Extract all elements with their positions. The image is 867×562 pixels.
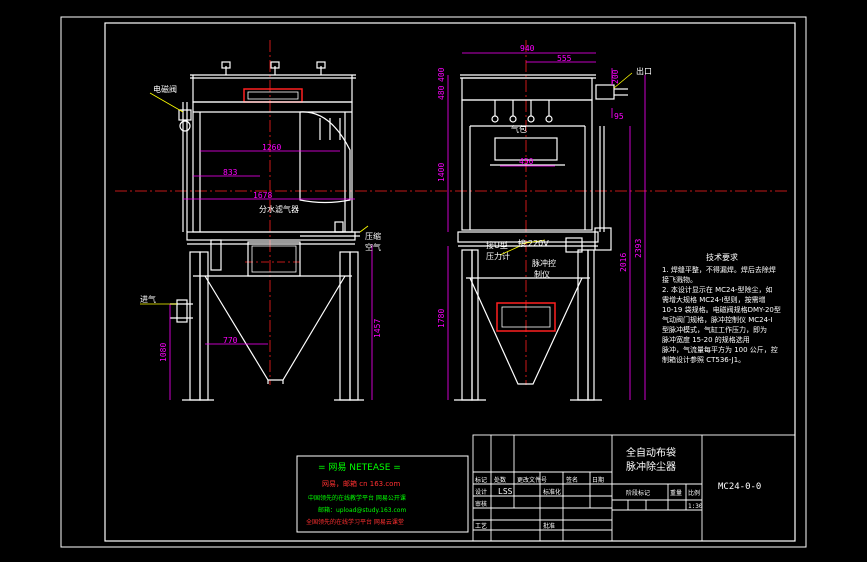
dim-1678: 1678 <box>253 191 272 200</box>
label-air-bag: 气包 <box>511 124 527 134</box>
notes-line-3: 需增大规格 MC24-I型则，按需增 <box>662 295 766 304</box>
tb-r0-c2: 更改文件号 <box>517 476 547 484</box>
scale-label: 比例 <box>688 489 700 497</box>
dim-480: 480 <box>437 85 446 100</box>
notes-title: 技术要求 <box>706 252 738 262</box>
label-connect: 接 <box>518 238 526 248</box>
stamp-line-1: 网易，邮箱 cn 163.com <box>322 479 400 488</box>
tb-r3-c0: 工艺 <box>475 522 487 530</box>
dimensions <box>169 52 646 400</box>
label-oil-water: 分水滤气器 <box>259 204 299 214</box>
label-outlet: 出口 <box>636 66 652 76</box>
label-voltage: 220V <box>528 239 549 248</box>
weight-label: 重量 <box>670 489 682 497</box>
cad-drawing: 电磁阀 进气 出口 分水滤气器 压缩 空气 气包 接U型 压力计 接 220V … <box>60 16 807 548</box>
tb-r0-c0: 标记 <box>475 476 487 484</box>
title-block-text: 全自动布袋 脉冲除尘器 MC24-0-0 标记 处数 更改文件号 签名 日期 设… <box>475 446 761 530</box>
dim-940: 940 <box>520 44 535 53</box>
front-view <box>170 61 364 401</box>
dim-1400: 1400 <box>437 163 446 182</box>
stamp-line-2: 中国领先的在线教学平台 网易公开课 <box>308 494 406 502</box>
label-pressure-gauge: 压力计 <box>486 251 510 261</box>
label-u-tube: 接U型 <box>486 240 508 250</box>
dim-2016: 2016 <box>619 253 628 272</box>
scale-value: 1:30 <box>688 503 703 510</box>
tb-r0-c1: 处数 <box>494 476 506 484</box>
stage-label: 阶段标记 <box>626 489 650 497</box>
dim-555: 555 <box>557 54 572 63</box>
notes-line-6: 型脉冲模式，气缸工作压力，即为 <box>662 325 767 334</box>
tb-r3-c2: 批准 <box>543 522 555 530</box>
dim-2393: 2393 <box>634 239 643 258</box>
label-inlet: 进气 <box>140 294 156 304</box>
dim-400: 400 <box>437 67 446 82</box>
netease-stamp: = 网易 NETEASE = 网易，邮箱 cn 163.com 中国领先的在线教… <box>296 455 469 533</box>
stamp-header: = 网易 NETEASE = <box>318 462 401 473</box>
notes-line-2: 2. 本设计显示在 MC24-型除尘，如 <box>662 285 773 294</box>
stamp-line-4: 全国领先的在线学习平台 网易云课堂 <box>306 518 404 526</box>
dim-95: 95 <box>614 112 624 121</box>
stamp-line-3: 邮箱：upload@study.163.com <box>318 506 406 514</box>
label-compressed: 压缩 <box>365 231 381 241</box>
leaders <box>140 72 633 305</box>
dim-200: 200 <box>611 69 620 84</box>
dim-1780: 1780 <box>437 309 446 328</box>
technical-notes: 技术要求 1. 焊缝平整，不得漏焊。焊后去除焊 接飞溅物。 2. 本设计显示在 … <box>662 252 781 364</box>
notes-line-1: 接飞溅物。 <box>662 275 697 284</box>
label-air: 空气 <box>365 242 381 252</box>
dim-833: 833 <box>223 168 238 177</box>
notes-line-5: 气动阀门规格，脉冲控制仪 MC24-I <box>662 315 773 324</box>
side-view <box>454 74 628 401</box>
tb-designer: LSS <box>498 487 513 496</box>
label-valve: 电磁阀 <box>153 84 177 94</box>
notes-line-8: 脉冲，气流量每平方为 100 公斤，控 <box>662 345 778 354</box>
tb-r1-c0: 设计 <box>475 488 487 496</box>
tb-r0-c4: 日期 <box>592 476 604 484</box>
tb-r1-c2: 标准化 <box>543 488 561 496</box>
dim-450: 450 <box>519 157 534 166</box>
dimension-labels: 1260 833 1678 770 1080 1457 940 555 200 … <box>159 44 643 362</box>
notes-line-7: 脉冲宽度 15-20 的规格选用 <box>662 335 750 344</box>
tb-r0-c3: 签名 <box>566 476 578 484</box>
dim-770: 770 <box>223 336 238 345</box>
notes-line-4: 10-19 袋规格。电磁阀规格DMY-20型 <box>662 305 781 314</box>
drawing-number: MC24-0-0 <box>718 482 761 492</box>
title-line-1: 全自动布袋 <box>626 446 676 459</box>
tb-r2-c0: 审核 <box>475 500 487 508</box>
label-ctrl-box: 制仪 <box>534 269 550 279</box>
title-line-2: 脉冲除尘器 <box>626 460 676 473</box>
notes-line-0: 1. 焊缝平整，不得漏焊。焊后去除焊 <box>662 265 776 274</box>
label-pulse-ctrl: 脉冲控 <box>532 258 556 268</box>
notes-line-9: 制箱设计参照 CT536-J1。 <box>662 355 745 364</box>
dim-1260: 1260 <box>262 143 281 152</box>
dim-1080: 1080 <box>159 343 168 362</box>
dim-1457: 1457 <box>373 319 382 338</box>
